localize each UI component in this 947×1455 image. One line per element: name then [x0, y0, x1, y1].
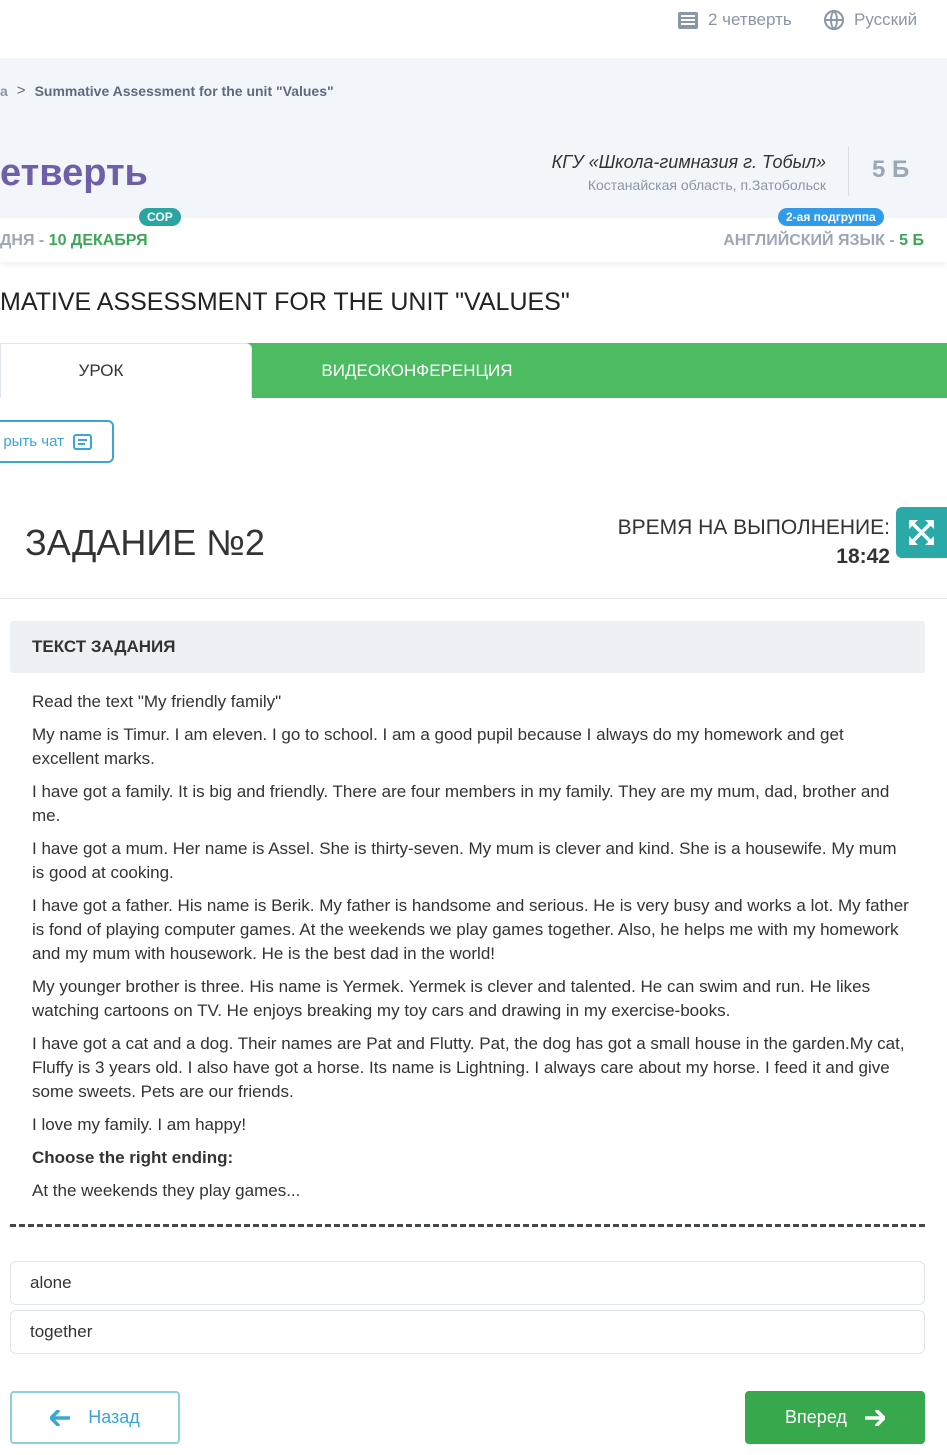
task-paragraph: I have got a family. It is big and frien…	[32, 782, 890, 825]
top-bar: 2 четверть Русский	[0, 0, 947, 58]
page-title: етверть	[0, 152, 148, 194]
breadcrumb: а > Summative Assessment for the unit "V…	[0, 82, 334, 99]
lesson-date: ДНЯ - 10 ДЕКАБРЯ	[0, 232, 148, 250]
language-label: Русский	[854, 10, 918, 29]
date-prefix: ДНЯ -	[0, 232, 49, 249]
arrow-left-icon	[50, 1409, 71, 1426]
tab-videoconference[interactable]: ВИДЕОКОНФЕРЕНЦИЯ	[252, 343, 582, 398]
quarter-label: 2 четверть	[708, 10, 792, 29]
task-paragraph: I love my family. I am happy!	[32, 1115, 247, 1134]
tab-bar: УРОК ВИДЕОКОНФЕРЕНЦИЯ	[0, 343, 947, 398]
task-paragraph: My name is Timur. I am eleven. I go to s…	[32, 725, 844, 768]
task-text-heading: ТЕКСТ ЗАДАНИЯ	[10, 621, 925, 673]
list-icon	[678, 11, 698, 29]
chat-icon	[73, 433, 92, 450]
task-paragraph: Read the text "My friendly family"	[32, 692, 282, 711]
back-button[interactable]: Назад	[10, 1391, 180, 1444]
next-button[interactable]: Вперед	[745, 1391, 925, 1444]
school-info: КГУ «Школа-гимназия г. Тобыл» Костанайск…	[552, 152, 826, 193]
task-paragraph: I have got a mum. Her name is Assel. She…	[32, 839, 897, 882]
subject-class: 5 Б	[899, 232, 924, 249]
task-paragraph: My younger brother is three. His name is…	[32, 977, 871, 1020]
globe-icon	[824, 10, 844, 30]
quarter-selector[interactable]: 2 четверть	[678, 8, 792, 32]
answer-option[interactable]: together	[10, 1310, 925, 1354]
task-paragraph: I have got a cat and a dog. Their names …	[32, 1034, 905, 1101]
divider	[0, 598, 947, 599]
time-remaining: 18:42	[836, 545, 890, 568]
next-button-label: Вперед	[785, 1407, 847, 1427]
chat-button-label: рыть чат	[3, 433, 64, 450]
subject-prefix: АНГЛИЙСКИЙ ЯЗЫК -	[723, 232, 900, 249]
class-label: 5 Б	[872, 156, 910, 183]
time-label: ВРЕМЯ НА ВЫПОЛНЕНИЕ:	[617, 516, 890, 539]
task-title: ЗАДАНИЕ №2	[25, 522, 265, 563]
arrow-right-icon	[864, 1409, 885, 1426]
task-paragraph: I have got a father. His name is Berik. …	[32, 896, 909, 963]
group-badge: 2-ая подгруппа	[778, 208, 884, 226]
back-button-label: Назад	[88, 1407, 140, 1427]
assessment-title: MATIVE ASSESSMENT FOR THE UNIT "VALUES"	[0, 288, 570, 316]
breadcrumb-separator: >	[16, 82, 26, 99]
lesson-info-strip: ДНЯ - 10 ДЕКАБРЯ СОР АНГЛИЙСКИЙ ЯЗЫК - 5…	[0, 208, 947, 262]
date-highlight: 10 ДЕКАБРЯ	[48, 232, 148, 249]
task-instruction: Choose the right ending:	[32, 1148, 234, 1167]
school-name: КГУ «Школа-гимназия г. Тобыл»	[551, 152, 826, 172]
task-question: At the weekends they play games...	[32, 1181, 301, 1200]
breadcrumb-current: Summative Assessment for the unit "Value…	[34, 82, 334, 99]
language-selector[interactable]: Русский	[824, 8, 917, 32]
expand-icon	[909, 520, 934, 545]
dashed-separator	[10, 1224, 925, 1227]
open-chat-button[interactable]: рыть чат	[0, 420, 114, 463]
answer-option[interactable]: alone	[10, 1261, 925, 1305]
task-text: Read the text "My friendly family" My na…	[32, 690, 912, 1212]
lesson-subject: АНГЛИЙСКИЙ ЯЗЫК - 5 Б	[723, 232, 924, 250]
school-region: Костанайская область, п.Затобольск	[587, 177, 826, 193]
fullscreen-button[interactable]	[896, 507, 947, 558]
breadcrumb-prev[interactable]: а	[0, 83, 8, 99]
tab-lesson[interactable]: УРОК	[0, 343, 252, 398]
page-header: а > Summative Assessment for the unit "V…	[0, 58, 947, 218]
task-text-heading-label: ТЕКСТ ЗАДАНИЯ	[32, 637, 176, 656]
divider	[848, 146, 849, 196]
sor-badge: СОР	[139, 208, 181, 226]
